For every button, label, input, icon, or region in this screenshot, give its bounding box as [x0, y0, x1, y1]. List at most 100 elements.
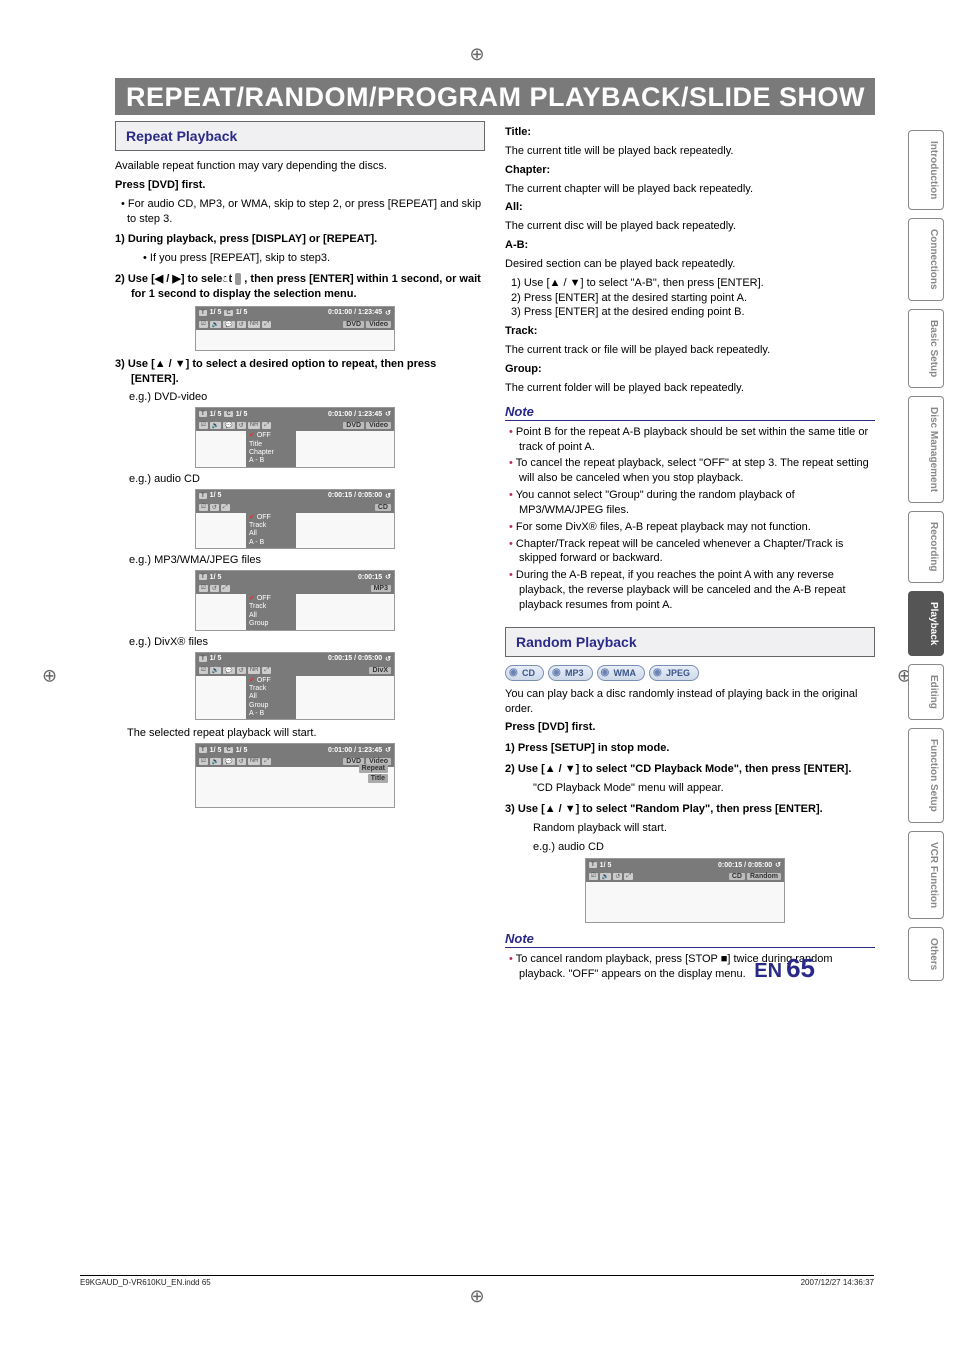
def-title-text: The current title will be played back re…: [505, 144, 875, 159]
tab-function-setup[interactable]: Function Setup: [908, 728, 944, 823]
tab-disc-management[interactable]: Disc Management: [908, 396, 944, 503]
menu-item: OFF: [249, 432, 293, 440]
menu-item: A - B: [249, 710, 293, 718]
def-track-label: Track:: [505, 324, 875, 339]
osd-display-final: T1/ 5 C1/ 5 0:01:00 / 1:23:45 ↺ ⎚🔊💬↺NR⤢ …: [195, 743, 395, 808]
osd-display-initial: T1/ 5 C1/ 5 0:01:00 / 1:23:45 ↺ ⎚🔊💬↺NR⤢ …: [195, 306, 395, 351]
loop-indicator-icon: ↺: [385, 573, 391, 581]
page-number: EN65: [754, 953, 815, 984]
def-ab-label: A-B:: [505, 238, 875, 253]
def-all-text: The current disc will be played back rep…: [505, 219, 875, 234]
menu-item: Group: [249, 702, 293, 710]
menu-item: OFF: [249, 514, 293, 522]
title-counter-icon: T: [199, 747, 207, 753]
def-track-text: The current track or file will be played…: [505, 343, 875, 358]
time-counter: 0:01:00 / 1:23:45: [328, 309, 382, 316]
menu-item: Chapter: [249, 449, 293, 457]
menu-item: A - B: [249, 539, 293, 547]
def-ab-text: Desired section can be played back repea…: [505, 257, 875, 272]
video-badge: Video: [366, 321, 391, 328]
footer-file: E9KGAUD_D-VR610KU_EN.indd 65: [80, 1278, 211, 1287]
tab-others[interactable]: Others: [908, 927, 944, 981]
page-title-banner: REPEAT/RANDOM/PROGRAM PLAYBACK/SLIDE SHO…: [115, 78, 875, 115]
menu-item: All: [249, 693, 293, 701]
media-badges: CD MP3 WMA JPEG: [505, 665, 875, 681]
menu-item: OFF: [249, 595, 293, 603]
title-status-badge: Title: [368, 774, 388, 783]
registration-mark-icon: ⊕: [42, 665, 57, 686]
intro-text: Available repeat function may vary depen…: [115, 159, 485, 174]
menu-item: OFF: [249, 677, 293, 685]
tab-introduction[interactable]: Introduction: [908, 130, 944, 210]
registration-mark-icon: ⊕: [469, 1286, 484, 1307]
random-step-3: 3) Use [▲ / ▼] to select "Random Play", …: [505, 802, 875, 817]
osd-display-divx: T1/ 5 0:00:15 / 0:05:00 ↺ ⎚🔊💬↺NR⤢ DivX O…: [195, 652, 395, 721]
eg-mp3-label: e.g.) MP3/WMA/JPEG files: [129, 553, 485, 568]
tab-connections[interactable]: Connections: [908, 218, 944, 301]
media-wma-badge: WMA: [597, 665, 646, 681]
menu-item: All: [249, 530, 293, 538]
menu-item: Title: [249, 441, 293, 449]
osd-display-cd: T1/ 5 0:00:15 / 0:05:00 ↺ ⎚↺⤢ CD OFF Tra…: [195, 489, 395, 550]
media-mp3-badge: MP3: [548, 665, 593, 681]
eg-cd-label: e.g.) audio CD: [129, 472, 485, 487]
title-counter-icon: T: [199, 656, 207, 662]
def-chapter-label: Chapter:: [505, 163, 875, 178]
loop-indicator-icon: ↺: [385, 410, 391, 418]
chapter-counter-icon: C: [224, 411, 232, 417]
loop-indicator-icon: ↺: [385, 746, 391, 754]
step-3: 3) Use [▲ / ▼] to select a desired optio…: [115, 357, 485, 387]
osd-display-mp3: T1/ 5 0:00:15 ↺ ⎚↺⤢ MP3 OFF Track All Gr…: [195, 570, 395, 631]
random-note-list: To cancel random playback, press [STOP ■…: [505, 952, 875, 982]
menu-item: Track: [249, 685, 293, 693]
footer-timestamp: 2007/12/27 14:36:37: [801, 1278, 874, 1287]
def-chapter-text: The current chapter will be played back …: [505, 182, 875, 197]
osd-display-random: T1/ 5 0:00:15 / 0:05:00 ↺ ⎚🔊↺⤢ CD Random: [585, 858, 785, 923]
loop-indicator-icon: ↺: [775, 861, 781, 869]
random-press-dvd: Press [DVD] first.: [505, 720, 875, 735]
menu-item: Group: [249, 620, 293, 628]
tab-editing[interactable]: Editing: [908, 664, 944, 720]
def-title-label: Title:: [505, 125, 875, 140]
repeat-menu: OFF Title Chapter A - B: [246, 431, 296, 467]
def-group-text: The current folder will be played back r…: [505, 381, 875, 396]
note-list: Point B for the repeat A-B playback shou…: [505, 425, 875, 613]
osd-display-dvd: T1/ 5 C1/ 5 0:01:00 / 1:23:45 ↺ ⎚🔊💬↺NR⤢ …: [195, 407, 395, 468]
random-eg: e.g.) audio CD: [505, 840, 875, 855]
press-dvd-first: Press [DVD] first.: [115, 178, 485, 193]
loop-indicator-icon: ↺: [385, 492, 391, 500]
def-all-label: All:: [505, 200, 875, 215]
repeat-status-badge: Repeat: [359, 764, 388, 773]
title-counter-icon: T: [199, 411, 207, 417]
repeat-menu: OFF Track All Group: [246, 594, 296, 630]
menu-item: Track: [249, 603, 293, 611]
print-footer: E9KGAUD_D-VR610KU_EN.indd 65 2007/12/27 …: [80, 1275, 874, 1287]
ab-steps: 1) Use [▲ / ▼] to select "A-B", then pre…: [505, 276, 875, 321]
menu-item: All: [249, 612, 293, 620]
random-step-3-sub: Random playback will start.: [505, 821, 875, 836]
tab-recording[interactable]: Recording: [908, 511, 944, 582]
repeat-menu: OFF Track All A - B: [246, 513, 296, 549]
left-column: Repeat Playback Available repeat functio…: [115, 121, 485, 984]
step-1-sub: • If you press [REPEAT], skip to step3.: [115, 251, 485, 266]
title-counter-icon: T: [589, 862, 597, 868]
chapter-counter-icon: C: [224, 310, 232, 316]
tab-vcr-function[interactable]: VCR Function: [908, 831, 944, 919]
loop-indicator-icon: ↺: [385, 655, 391, 663]
right-column: Title: The current title will be played …: [505, 121, 875, 984]
repeat-menu: OFF Track All Group A - B: [246, 676, 296, 720]
registration-mark-icon: ⊕: [469, 44, 484, 65]
random-step-2-sub: "CD Playback Mode" menu will appear.: [505, 781, 875, 796]
eg-dvd-label: e.g.) DVD-video: [129, 390, 485, 405]
def-group-label: Group:: [505, 362, 875, 377]
tab-playback[interactable]: Playback: [908, 591, 944, 656]
audio-cd-skip-note: For audio CD, MP3, or WMA, skip to step …: [121, 197, 485, 227]
chapter-counter-icon: C: [224, 747, 232, 753]
tab-basic-setup[interactable]: Basic Setup: [908, 309, 944, 388]
random-playback-heading: Random Playback: [505, 627, 875, 657]
loop-indicator-icon: ↺: [385, 309, 391, 317]
random-step-2: 2) Use [▲ / ▼] to select "CD Playback Mo…: [505, 762, 875, 777]
step-1: 1) During playback, press [DISPLAY] or […: [115, 232, 485, 247]
title-counter-icon: T: [199, 493, 207, 499]
repeat-playback-heading: Repeat Playback: [115, 121, 485, 151]
